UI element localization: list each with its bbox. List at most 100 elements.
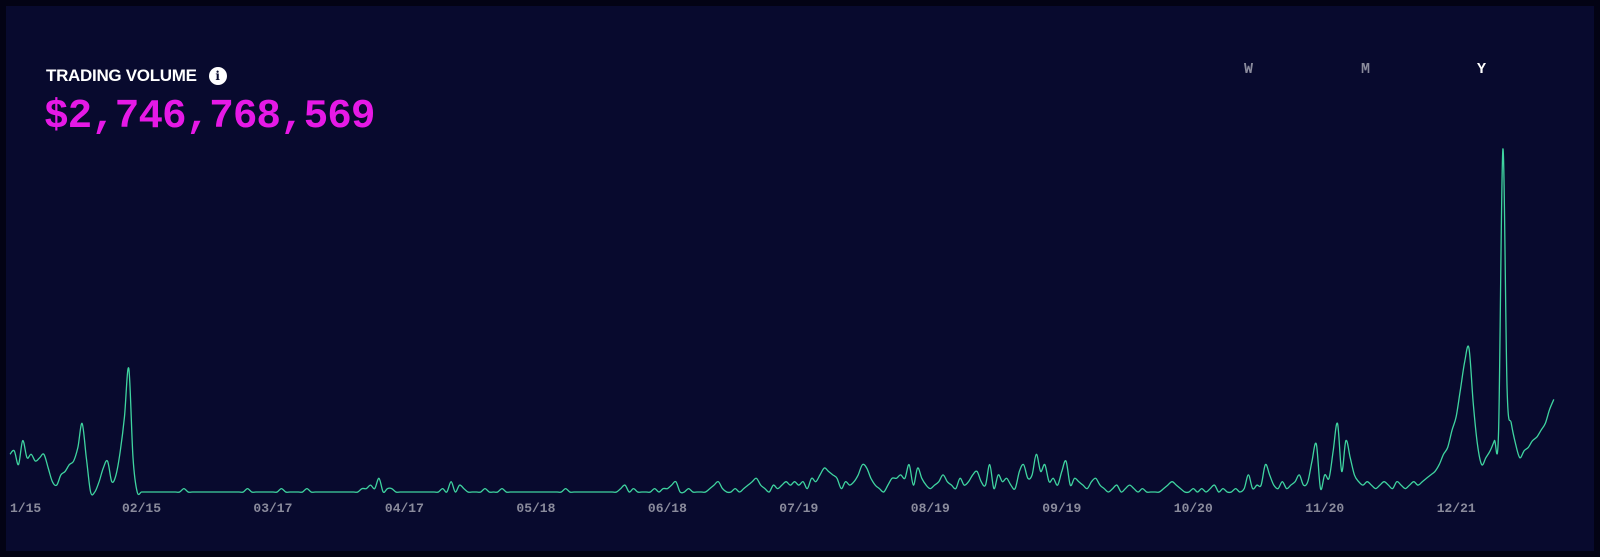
data-point bbox=[976, 471, 977, 472]
data-point bbox=[1345, 440, 1346, 441]
data-point bbox=[31, 454, 32, 455]
data-point bbox=[819, 474, 820, 475]
data-point bbox=[1413, 481, 1414, 482]
data-point bbox=[175, 491, 176, 492]
data-point bbox=[1282, 481, 1283, 482]
range-tab-year[interactable]: Y bbox=[1477, 61, 1486, 78]
data-point bbox=[1112, 488, 1113, 489]
data-point bbox=[1256, 485, 1257, 486]
data-point bbox=[552, 491, 553, 492]
data-point bbox=[964, 485, 965, 486]
data-point bbox=[1494, 440, 1495, 441]
data-point bbox=[463, 488, 464, 489]
data-point bbox=[60, 474, 61, 475]
data-point bbox=[1384, 481, 1385, 482]
range-tab-month[interactable]: M bbox=[1361, 61, 1370, 78]
info-icon[interactable]: i bbox=[208, 67, 227, 85]
data-point bbox=[501, 488, 502, 489]
data-point bbox=[1159, 491, 1160, 492]
data-point bbox=[1163, 488, 1164, 489]
data-point bbox=[1490, 450, 1491, 451]
data-point bbox=[162, 491, 163, 492]
data-point bbox=[697, 491, 698, 492]
data-point bbox=[1133, 488, 1134, 489]
data-point bbox=[82, 423, 83, 424]
data-point bbox=[1536, 437, 1537, 438]
data-point bbox=[807, 488, 808, 489]
data-point bbox=[90, 491, 91, 492]
data-point bbox=[234, 491, 235, 492]
data-point bbox=[1078, 481, 1079, 482]
data-point bbox=[1061, 471, 1062, 472]
data-point bbox=[387, 488, 388, 489]
data-point bbox=[548, 491, 549, 492]
chart-title: TRADING VOLUME bbox=[46, 66, 197, 85]
data-point bbox=[1422, 481, 1423, 482]
data-point bbox=[319, 491, 320, 492]
data-point bbox=[1006, 478, 1007, 479]
data-point bbox=[1015, 488, 1016, 489]
chart-svg: 1/15 02/15 03/17 04/17 05/18 06/18 07/19 08/19 0… bbox=[9, 148, 1555, 516]
data-point bbox=[540, 491, 541, 492]
data-point bbox=[569, 491, 570, 492]
data-point bbox=[1367, 481, 1368, 482]
data-point bbox=[285, 491, 286, 492]
data-point bbox=[1142, 488, 1143, 489]
data-point bbox=[1396, 481, 1397, 482]
data-point bbox=[713, 485, 714, 486]
data-point bbox=[476, 491, 477, 492]
data-point bbox=[1150, 491, 1151, 492]
data-point bbox=[48, 467, 49, 468]
data-point bbox=[77, 447, 78, 448]
volume-series-line bbox=[9, 148, 1555, 496]
data-point bbox=[629, 491, 630, 492]
data-point bbox=[1176, 485, 1177, 486]
data-point bbox=[1261, 485, 1262, 486]
data-point bbox=[612, 491, 613, 492]
data-point bbox=[69, 464, 70, 465]
x-tick-label: 12/21 bbox=[1437, 501, 1476, 516]
data-point bbox=[1434, 471, 1435, 472]
data-point bbox=[993, 488, 994, 489]
data-point bbox=[942, 474, 943, 475]
data-point bbox=[200, 491, 201, 492]
data-point bbox=[544, 491, 545, 492]
data-point bbox=[1540, 430, 1541, 431]
data-point bbox=[378, 478, 379, 479]
data-point bbox=[9, 454, 10, 455]
data-point bbox=[43, 454, 44, 455]
data-point bbox=[1405, 488, 1406, 489]
data-point bbox=[947, 481, 948, 482]
data-point bbox=[1456, 416, 1457, 417]
data-point bbox=[1244, 488, 1245, 489]
data-point bbox=[1511, 423, 1512, 424]
data-point bbox=[1307, 481, 1308, 482]
data-point bbox=[1443, 454, 1444, 455]
data-point bbox=[1324, 474, 1325, 475]
data-point bbox=[675, 481, 676, 482]
data-point bbox=[1231, 491, 1232, 492]
data-point bbox=[115, 474, 116, 475]
data-point bbox=[1473, 402, 1474, 403]
data-point bbox=[514, 491, 515, 492]
data-point bbox=[883, 491, 884, 492]
data-point bbox=[1468, 347, 1469, 348]
data-point bbox=[1341, 471, 1342, 472]
data-point bbox=[1023, 464, 1024, 465]
data-point bbox=[777, 488, 778, 489]
range-tab-week[interactable]: W bbox=[1244, 61, 1253, 78]
data-point bbox=[1358, 481, 1359, 482]
data-point bbox=[1104, 488, 1105, 489]
data-point bbox=[103, 467, 104, 468]
data-point bbox=[790, 485, 791, 486]
data-point bbox=[1227, 491, 1228, 492]
data-point bbox=[196, 491, 197, 492]
data-point bbox=[1099, 485, 1100, 486]
data-point bbox=[328, 491, 329, 492]
data-point bbox=[1146, 491, 1147, 492]
data-point bbox=[684, 491, 685, 492]
data-point bbox=[408, 491, 409, 492]
data-point bbox=[989, 464, 990, 465]
data-point bbox=[1065, 461, 1066, 462]
data-point bbox=[637, 491, 638, 492]
